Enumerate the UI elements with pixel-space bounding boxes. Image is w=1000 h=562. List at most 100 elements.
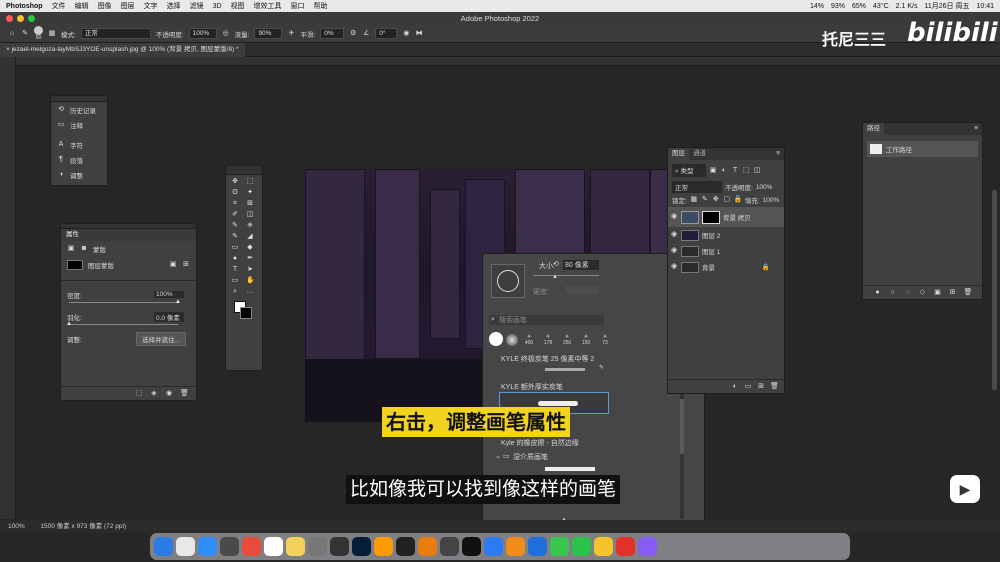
load-path-icon[interactable]: ◌ (904, 289, 912, 297)
recent-brush-1[interactable]: ✳ 400 (521, 334, 537, 346)
dock-app-drive[interactable] (528, 537, 547, 556)
color-swatches[interactable] (226, 301, 262, 325)
lock-position-icon[interactable]: ✥ (712, 196, 720, 204)
dock-app-ai[interactable] (374, 537, 393, 556)
pressure-opacity-icon[interactable]: ◎ (222, 30, 230, 38)
dock-app-wechat[interactable] (572, 537, 591, 556)
brush-tool-icon[interactable]: ✎ (231, 222, 239, 230)
visibility-eye-icon[interactable]: ◉ (165, 390, 173, 398)
load-selection-icon[interactable]: ⬚ (135, 390, 143, 398)
dock-item-paragraph[interactable]: ¶ 段落 (51, 152, 107, 167)
recent-brush-hard-round[interactable] (489, 332, 503, 346)
crop-tool-icon[interactable]: ⌗ (231, 200, 239, 208)
close-window-button[interactable] (6, 15, 13, 22)
menu-window[interactable]: 窗口 (291, 1, 305, 11)
visibility-eye-icon[interactable]: ◉ (670, 213, 678, 221)
lock-transparent-icon[interactable]: ▦ (690, 196, 698, 204)
dock-app-final-cut[interactable] (396, 537, 415, 556)
apply-icon[interactable]: ◈ (150, 390, 158, 398)
layer-mask-thumbnail[interactable] (702, 210, 720, 224)
filter-pixel-icon[interactable]: ▣ (709, 167, 717, 175)
path-select-tool-icon[interactable]: ➤ (246, 266, 254, 274)
brush-search[interactable]: ⌕ 搜索画笔 (489, 315, 604, 325)
menu-help[interactable]: 帮助 (314, 1, 328, 11)
dock-app-finder[interactable] (154, 537, 173, 556)
menu-layer[interactable]: 图层 (121, 1, 135, 11)
zoom-tool-icon[interactable]: ⌕ (231, 288, 239, 296)
size-slider[interactable] (533, 275, 599, 276)
tab-paths[interactable]: 路径 (863, 123, 884, 135)
frame-tool-icon[interactable]: ⊠ (246, 200, 254, 208)
type-tool-icon[interactable]: T (231, 266, 239, 274)
brush-item-label[interactable]: KYLE 额外厚实炭笔 (501, 382, 563, 392)
visibility-eye-icon[interactable]: ◉ (670, 231, 678, 239)
dock-app-box[interactable] (638, 537, 657, 556)
menu-app-name[interactable]: Photoshop (6, 3, 43, 10)
vector-mask-icon[interactable]: ◙ (80, 245, 88, 253)
filter-kind-select[interactable]: ⌕ 类型 (672, 164, 706, 177)
brush-item-label[interactable]: KYLE 终极炭笔 25 像素中等 2 (501, 354, 594, 364)
dock-app-launchpad[interactable] (176, 537, 195, 556)
layer-row[interactable]: ◉ 图层 2 (668, 227, 784, 243)
fill-field[interactable]: 100% (763, 197, 780, 204)
panel-menu-icon[interactable]: ≡ (776, 148, 784, 160)
recent-brush-2[interactable]: ✳ 178 (540, 334, 556, 346)
background-color[interactable] (240, 307, 252, 319)
menu-view[interactable]: 视图 (231, 1, 245, 11)
menu-plugins[interactable]: 增效工具 (254, 1, 282, 11)
new-layer-icon[interactable]: ⊞ (757, 383, 765, 391)
blur-tool-icon[interactable]: ◆ (246, 244, 254, 252)
dock-app-capcut[interactable] (462, 537, 481, 556)
dock-app-chrome[interactable] (242, 537, 261, 556)
opacity-field[interactable]: 100% (188, 28, 217, 39)
dock-app-edit[interactable] (594, 537, 613, 556)
trash-icon[interactable]: 🗑 (770, 383, 779, 391)
reset-size-icon[interactable]: ⟲ (553, 260, 559, 268)
gradient-tool-icon[interactable]: ▭ (231, 244, 239, 252)
dodge-tool-icon[interactable]: ● (231, 255, 239, 263)
folder-icon[interactable]: ▭ (744, 383, 752, 391)
menu-edit[interactable]: 编辑 (75, 1, 89, 11)
brush-settings-icon[interactable]: ▦ (48, 30, 56, 38)
dock-app-pen[interactable] (330, 537, 349, 556)
dock-item-character[interactable]: A 字符 (51, 137, 107, 152)
dock-app-messages[interactable] (550, 537, 569, 556)
add-mask-icon[interactable]: ▣ (934, 289, 942, 297)
layer-row[interactable]: ◉ 图层 1 (668, 243, 784, 259)
adjustment-layer-icon[interactable]: ◐ (731, 383, 739, 391)
layer-row[interactable]: ◉ 背景 🔒 (668, 259, 784, 275)
dock-item-notes[interactable]: ▭ 注释 (51, 117, 107, 132)
lock-all-icon[interactable]: 🔒 (734, 196, 743, 204)
size-slider-thumb[interactable]: ▲ (552, 274, 558, 280)
lock-pixels-icon[interactable]: ✎ (701, 196, 709, 204)
size-field[interactable]: 80 像素 (563, 260, 599, 270)
dock-app-safari[interactable] (198, 537, 217, 556)
fill-path-icon[interactable]: ● (874, 289, 882, 297)
airbrush-icon[interactable]: ✈ (287, 30, 295, 38)
panel-menu-icon[interactable]: ≡ (974, 123, 982, 135)
edit-brush-icon[interactable]: ✎ (599, 364, 604, 371)
dock-app-calendar[interactable] (264, 537, 283, 556)
lock-artboard-icon[interactable]: ▢ (723, 196, 731, 204)
select-and-mask-button[interactable]: 选择并遮住... (136, 331, 186, 346)
recent-brush-3[interactable]: ✳ 250 (559, 334, 575, 346)
density-field[interactable]: 100% (154, 291, 184, 298)
brush-preset-picker[interactable]: 60 (34, 26, 43, 41)
trash-icon[interactable]: 🗑 (180, 390, 189, 398)
flow-field[interactable]: 90% (254, 28, 283, 39)
recent-brush-4[interactable]: ✳ 150 (578, 334, 594, 346)
dock-app-ps[interactable] (352, 537, 371, 556)
tab-layers[interactable]: 图层 (668, 148, 689, 160)
canvas-scrollbar[interactable] (992, 190, 997, 390)
recent-brush-soft-round[interactable] (506, 334, 518, 346)
menu-type[interactable]: 文字 (144, 1, 158, 11)
minimize-window-button[interactable] (17, 15, 24, 22)
history-brush-tool-icon[interactable]: ✎ (231, 233, 239, 241)
trash-icon[interactable]: 🗑 (964, 289, 973, 297)
patch-tool-icon[interactable]: ◫ (246, 211, 254, 219)
tab-channels[interactable]: 通道 (689, 148, 710, 160)
pen-tool-icon[interactable]: ✒ (246, 255, 254, 263)
brush-tool-icon[interactable]: ✎ (21, 30, 29, 38)
dock-app-weibo[interactable] (616, 537, 635, 556)
feather-slider[interactable]: ▲ (66, 321, 178, 327)
